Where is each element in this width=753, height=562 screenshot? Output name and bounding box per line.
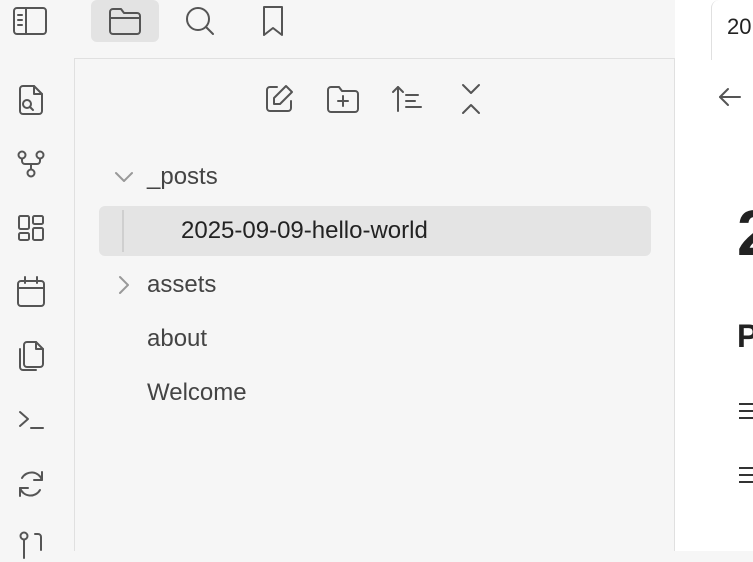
- files-tab-button[interactable]: [91, 0, 159, 42]
- note-title: 2: [737, 196, 753, 270]
- tree-item-label: _posts: [147, 163, 218, 190]
- ribbon-graph-view-button[interactable]: [13, 146, 49, 182]
- tree-file-about[interactable]: about: [99, 314, 651, 364]
- tree-item-label: assets: [147, 271, 217, 298]
- tree-file-hello-world[interactable]: 2025-09-09-hello-world: [99, 206, 651, 256]
- tree-item-label: 2025-09-09-hello-world: [181, 217, 428, 244]
- back-button[interactable]: [713, 80, 747, 114]
- folder-icon: [107, 5, 143, 37]
- sort-order-button[interactable]: [387, 79, 427, 119]
- sidebar-toggle-button[interactable]: [0, 0, 60, 42]
- list-icon: [739, 462, 753, 484]
- calendar-icon: [15, 275, 47, 309]
- left-ribbon: [0, 58, 75, 559]
- bookmark-icon: [258, 4, 288, 38]
- note-subheading: P: [737, 318, 753, 354]
- refresh-icon: [15, 468, 47, 500]
- top-toolbar: [0, 0, 675, 59]
- layout-dashboard-icon: [15, 212, 47, 244]
- tree-folder-assets[interactable]: assets: [99, 260, 651, 310]
- search-tab-button[interactable]: [166, 0, 234, 42]
- collapse-all-button[interactable]: [451, 79, 491, 119]
- graph-icon: [15, 148, 47, 180]
- tree-folder-posts[interactable]: _posts: [99, 152, 651, 202]
- tree-item-label: Welcome: [147, 379, 247, 406]
- chevron-right-icon: [117, 260, 139, 310]
- ribbon-quick-switcher-button[interactable]: [13, 82, 49, 118]
- file-search-icon: [15, 83, 47, 117]
- edit-icon: [262, 82, 296, 116]
- file-explorer: _posts 2025-09-09-hello-world assets abo…: [75, 59, 675, 551]
- sort-icon: [390, 83, 424, 115]
- ribbon-git-button[interactable]: [13, 526, 49, 562]
- tab-title: 20: [727, 14, 752, 39]
- files-icon: [15, 339, 47, 373]
- collapse-icon: [456, 82, 486, 116]
- new-folder-button[interactable]: [323, 79, 363, 119]
- tree-file-welcome[interactable]: Welcome: [99, 368, 651, 418]
- indent-guide: [122, 210, 124, 252]
- editor-pane: 20 2 P: [675, 0, 753, 551]
- folder-plus-icon: [325, 83, 361, 115]
- ribbon-sync-button[interactable]: [13, 466, 49, 502]
- ribbon-command-palette-button[interactable]: [13, 402, 49, 438]
- arrow-left-icon: [716, 85, 744, 109]
- git-icon: [15, 528, 47, 560]
- list-icon: [739, 398, 753, 420]
- chevron-down-icon: [113, 152, 135, 202]
- terminal-icon: [15, 404, 47, 436]
- new-note-button[interactable]: [259, 79, 299, 119]
- tree-item-label: about: [147, 325, 208, 352]
- bookmarks-tab-button[interactable]: [239, 0, 307, 42]
- ribbon-canvas-button[interactable]: [13, 210, 49, 246]
- ribbon-daily-note-button[interactable]: [13, 274, 49, 310]
- sidebar-toggle-icon: [12, 5, 48, 37]
- search-icon: [182, 3, 218, 39]
- ribbon-templates-button[interactable]: [13, 338, 49, 374]
